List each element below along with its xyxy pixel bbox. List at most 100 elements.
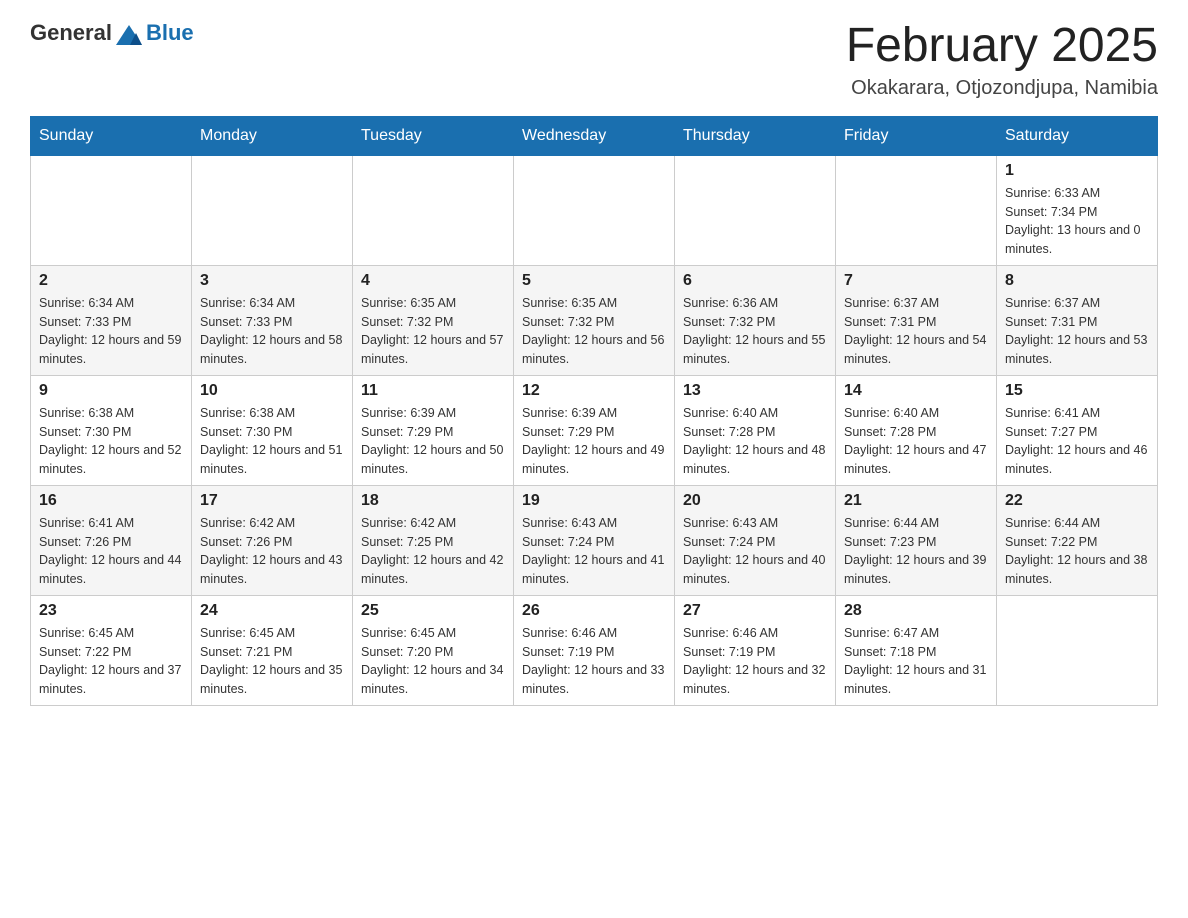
calendar-cell xyxy=(514,155,675,265)
day-number: 26 xyxy=(522,602,666,620)
week-row-4: 16 Sunrise: 6:41 AM Sunset: 7:26 PM Dayli… xyxy=(31,485,1158,595)
day-number: 11 xyxy=(361,382,505,400)
day-number: 4 xyxy=(361,272,505,290)
day-info: Sunrise: 6:40 AM Sunset: 7:28 PM Dayligh… xyxy=(844,404,988,479)
day-info: Sunrise: 6:41 AM Sunset: 7:26 PM Dayligh… xyxy=(39,514,183,589)
calendar-cell: 20 Sunrise: 6:43 AM Sunset: 7:24 PM Dayli… xyxy=(675,485,836,595)
day-number: 10 xyxy=(200,382,344,400)
day-number: 13 xyxy=(683,382,827,400)
column-header-sunday: Sunday xyxy=(31,116,192,155)
day-number: 23 xyxy=(39,602,183,620)
day-info: Sunrise: 6:36 AM Sunset: 7:32 PM Dayligh… xyxy=(683,294,827,369)
day-number: 21 xyxy=(844,492,988,510)
calendar-cell: 15 Sunrise: 6:41 AM Sunset: 7:27 PM Dayli… xyxy=(997,375,1158,485)
day-info: Sunrise: 6:42 AM Sunset: 7:26 PM Dayligh… xyxy=(200,514,344,589)
day-info: Sunrise: 6:38 AM Sunset: 7:30 PM Dayligh… xyxy=(39,404,183,479)
calendar-cell: 21 Sunrise: 6:44 AM Sunset: 7:23 PM Dayli… xyxy=(836,485,997,595)
day-number: 16 xyxy=(39,492,183,510)
day-number: 17 xyxy=(200,492,344,510)
day-number: 14 xyxy=(844,382,988,400)
calendar-cell: 18Sunrise: 6:42 AM Sunset: 7:25 PM Dayli… xyxy=(353,485,514,595)
calendar-cell: 25Sunrise: 6:45 AM Sunset: 7:20 PM Dayli… xyxy=(353,595,514,705)
day-info: Sunrise: 6:43 AM Sunset: 7:24 PM Dayligh… xyxy=(683,514,827,589)
day-number: 9 xyxy=(39,382,183,400)
day-info: Sunrise: 6:40 AM Sunset: 7:28 PM Dayligh… xyxy=(683,404,827,479)
day-number: 1 xyxy=(1005,162,1149,180)
calendar-cell: 2 Sunrise: 6:34 AM Sunset: 7:33 PM Daylig… xyxy=(31,265,192,375)
day-info: Sunrise: 6:45 AM Sunset: 7:20 PM Dayligh… xyxy=(361,624,505,699)
calendar-cell: 6 Sunrise: 6:36 AM Sunset: 7:32 PM Daylig… xyxy=(675,265,836,375)
calendar-table: SundayMondayTuesdayWednesdayThursdayFrid… xyxy=(30,116,1158,706)
day-info: Sunrise: 6:46 AM Sunset: 7:19 PM Dayligh… xyxy=(683,624,827,699)
logo: General Blue xyxy=(30,20,194,49)
title-area: February 2025 Okakarara, Otjozondjupa, N… xyxy=(846,20,1158,100)
week-row-1: 1Sunrise: 6:33 AM Sunset: 7:34 PM Daylig… xyxy=(31,155,1158,265)
calendar-cell: 17 Sunrise: 6:42 AM Sunset: 7:26 PM Dayli… xyxy=(192,485,353,595)
calendar-cell: 26 Sunrise: 6:46 AM Sunset: 7:19 PM Dayli… xyxy=(514,595,675,705)
day-info: Sunrise: 6:42 AM Sunset: 7:25 PM Dayligh… xyxy=(361,514,505,589)
day-info: Sunrise: 6:45 AM Sunset: 7:21 PM Dayligh… xyxy=(200,624,344,699)
day-number: 8 xyxy=(1005,272,1149,290)
calendar-cell: 16 Sunrise: 6:41 AM Sunset: 7:26 PM Dayli… xyxy=(31,485,192,595)
column-header-friday: Friday xyxy=(836,116,997,155)
calendar-cell: 27 Sunrise: 6:46 AM Sunset: 7:19 PM Dayli… xyxy=(675,595,836,705)
location-subtitle: Okakarara, Otjozondjupa, Namibia xyxy=(846,77,1158,100)
month-title: February 2025 xyxy=(846,20,1158,73)
calendar-cell: 4 Sunrise: 6:35 AM Sunset: 7:32 PM Daylig… xyxy=(353,265,514,375)
day-number: 6 xyxy=(683,272,827,290)
column-header-wednesday: Wednesday xyxy=(514,116,675,155)
calendar-cell: 8Sunrise: 6:37 AM Sunset: 7:31 PM Daylig… xyxy=(997,265,1158,375)
day-number: 15 xyxy=(1005,382,1149,400)
day-number: 7 xyxy=(844,272,988,290)
calendar-cell: 22 Sunrise: 6:44 AM Sunset: 7:22 PM Dayli… xyxy=(997,485,1158,595)
calendar-cell: 13 Sunrise: 6:40 AM Sunset: 7:28 PM Dayli… xyxy=(675,375,836,485)
column-header-thursday: Thursday xyxy=(675,116,836,155)
column-header-monday: Monday xyxy=(192,116,353,155)
calendar-cell xyxy=(31,155,192,265)
calendar-cell xyxy=(192,155,353,265)
day-number: 5 xyxy=(522,272,666,290)
day-number: 20 xyxy=(683,492,827,510)
day-number: 19 xyxy=(522,492,666,510)
day-info: Sunrise: 6:41 AM Sunset: 7:27 PM Dayligh… xyxy=(1005,404,1149,479)
logo-text-general: General Blue xyxy=(30,20,194,49)
calendar-cell xyxy=(836,155,997,265)
day-info: Sunrise: 6:34 AM Sunset: 7:33 PM Dayligh… xyxy=(200,294,344,369)
day-info: Sunrise: 6:38 AM Sunset: 7:30 PM Dayligh… xyxy=(200,404,344,479)
day-info: Sunrise: 6:39 AM Sunset: 7:29 PM Dayligh… xyxy=(522,404,666,479)
calendar-cell: 24 Sunrise: 6:45 AM Sunset: 7:21 PM Dayli… xyxy=(192,595,353,705)
calendar-cell xyxy=(675,155,836,265)
page-header: General Blue February 2025 Okakarara, Ot… xyxy=(30,20,1158,100)
week-row-2: 2 Sunrise: 6:34 AM Sunset: 7:33 PM Daylig… xyxy=(31,265,1158,375)
day-info: Sunrise: 6:45 AM Sunset: 7:22 PM Dayligh… xyxy=(39,624,183,699)
day-info: Sunrise: 6:39 AM Sunset: 7:29 PM Dayligh… xyxy=(361,404,505,479)
calendar-cell: 10 Sunrise: 6:38 AM Sunset: 7:30 PM Dayli… xyxy=(192,375,353,485)
day-number: 28 xyxy=(844,602,988,620)
day-number: 3 xyxy=(200,272,344,290)
day-info: Sunrise: 6:35 AM Sunset: 7:32 PM Dayligh… xyxy=(361,294,505,369)
day-info: Sunrise: 6:44 AM Sunset: 7:23 PM Dayligh… xyxy=(844,514,988,589)
day-number: 24 xyxy=(200,602,344,620)
day-number: 12 xyxy=(522,382,666,400)
day-info: Sunrise: 6:34 AM Sunset: 7:33 PM Dayligh… xyxy=(39,294,183,369)
day-number: 22 xyxy=(1005,492,1149,510)
calendar-cell: 19Sunrise: 6:43 AM Sunset: 7:24 PM Dayli… xyxy=(514,485,675,595)
logo-icon xyxy=(114,23,144,49)
week-row-3: 9 Sunrise: 6:38 AM Sunset: 7:30 PM Daylig… xyxy=(31,375,1158,485)
calendar-cell: 1Sunrise: 6:33 AM Sunset: 7:34 PM Daylig… xyxy=(997,155,1158,265)
calendar-cell: 9 Sunrise: 6:38 AM Sunset: 7:30 PM Daylig… xyxy=(31,375,192,485)
day-info: Sunrise: 6:46 AM Sunset: 7:19 PM Dayligh… xyxy=(522,624,666,699)
calendar-cell: 5 Sunrise: 6:35 AM Sunset: 7:32 PM Daylig… xyxy=(514,265,675,375)
calendar-cell: 11 Sunrise: 6:39 AM Sunset: 7:29 PM Dayli… xyxy=(353,375,514,485)
day-number: 27 xyxy=(683,602,827,620)
day-info: Sunrise: 6:35 AM Sunset: 7:32 PM Dayligh… xyxy=(522,294,666,369)
calendar-cell xyxy=(997,595,1158,705)
calendar-cell: 14 Sunrise: 6:40 AM Sunset: 7:28 PM Dayli… xyxy=(836,375,997,485)
day-info: Sunrise: 6:44 AM Sunset: 7:22 PM Dayligh… xyxy=(1005,514,1149,589)
calendar-cell: 12 Sunrise: 6:39 AM Sunset: 7:29 PM Dayli… xyxy=(514,375,675,485)
calendar-cell: 28Sunrise: 6:47 AM Sunset: 7:18 PM Dayli… xyxy=(836,595,997,705)
calendar-cell: 7Sunrise: 6:37 AM Sunset: 7:31 PM Daylig… xyxy=(836,265,997,375)
day-number: 2 xyxy=(39,272,183,290)
column-header-saturday: Saturday xyxy=(997,116,1158,155)
column-header-tuesday: Tuesday xyxy=(353,116,514,155)
